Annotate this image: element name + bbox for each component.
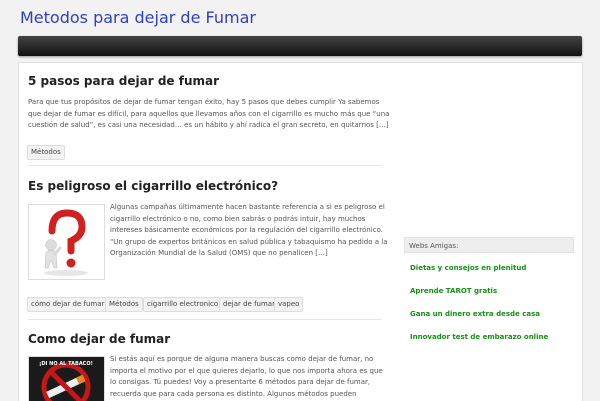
excerpt-line: que dejar de fumar es difícil, para aque… (28, 109, 390, 118)
excerpt-line: Organización Mundial de la Salud (OMS) q… (110, 249, 328, 257)
tag-link[interactable]: Métodos (27, 145, 65, 160)
excerpt-line: Si estás aquí es porque de alguna manera… (110, 355, 374, 363)
post-excerpt: Si estás aquí es porque de alguna manera… (110, 354, 388, 400)
post-title-link[interactable]: Es peligroso el cigarrillo electrónico? (28, 179, 278, 193)
friend-link[interactable]: Innovador test de embarazo online (410, 333, 548, 341)
excerpt-line: lo consigas. Tú puedes! Voy a presentart… (110, 378, 371, 386)
post-excerpt: Algunas campañas últimamente hacen basta… (110, 202, 388, 260)
friend-link[interactable]: Dietas y consejos en plenitud (410, 264, 526, 272)
friend-link[interactable]: Aprende TAROT gratis (410, 287, 497, 295)
no-smoking-image: ¡DI NO AL TABACO! (29, 357, 104, 401)
post-title-link[interactable]: Como dejar de fumar (28, 332, 170, 346)
post-excerpt: Para que tus propósitos de dejar de fuma… (28, 97, 390, 132)
friend-link[interactable]: Gana un dinero extra desde casa (410, 310, 540, 318)
post-divider (28, 165, 382, 166)
tag-link[interactable]: Métodos (105, 297, 143, 312)
post-thumbnail[interactable]: ¡DI NO AL TABACO! (28, 356, 105, 401)
excerpt-line: recuerda que para cada persona es distin… (110, 389, 357, 398)
excerpt-line: intereses básicamente económicos por la … (110, 226, 383, 234)
post-thumbnail[interactable] (28, 204, 105, 280)
post-list: 5 pasos para dejar de fumar Para que tus… (18, 62, 392, 401)
excerpt-line: Algunas campañas últimamente hacen basta… (110, 203, 385, 211)
excerpt-line: cigarrillo electrónico o no, como bien s… (110, 214, 366, 223)
sidebar: Webs Amigas: Dietas y consejos en plenit… (391, 62, 583, 401)
excerpt-line: "Un grupo de expertos británicos en salu… (110, 237, 388, 246)
tag-link[interactable]: dejar de fumar (219, 297, 279, 312)
main-navbar[interactable] (18, 36, 582, 56)
post-divider (28, 319, 382, 320)
widget-title-webs-amigas: Webs Amigas: (404, 237, 574, 253)
question-figure-image (29, 205, 104, 279)
excerpt-line: Para que tus propósitos de dejar de fuma… (28, 98, 380, 106)
excerpt-line: cuestión de salud”, es casi una necesida… (28, 121, 389, 129)
thumb-caption: ¡DI NO AL TABACO! (39, 361, 93, 367)
site-title[interactable]: Metodos para dejar de Fumar (20, 8, 256, 27)
tag-link[interactable]: cigarrillo electronico (143, 297, 223, 312)
tag-link[interactable]: vapeo (274, 297, 304, 312)
post-title-link[interactable]: 5 pasos para dejar de fumar (28, 74, 219, 88)
tag-link[interactable]: cómo dejar de fumar (27, 297, 109, 312)
excerpt-line: importa el motivo por el que quieres dej… (110, 366, 383, 375)
